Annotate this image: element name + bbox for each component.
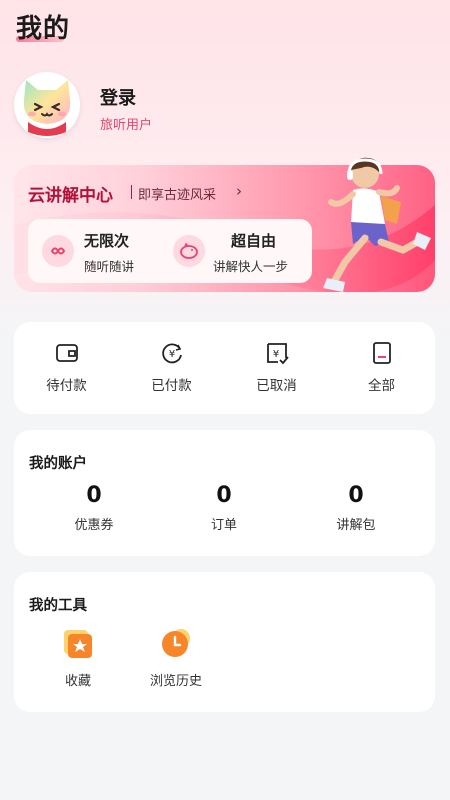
tool-label: 浏览历史 bbox=[149, 674, 202, 689]
infinity-icon bbox=[42, 235, 74, 267]
account-card: 我的账户 0 优惠券 0 订单 0 讲解包 bbox=[14, 430, 435, 556]
orders-card: 待付款 ¥ 已付款 ¥ 已取消 全部 bbox=[14, 322, 435, 414]
chevron-right-icon[interactable]: › bbox=[236, 182, 242, 200]
feature-subtitle: 讲解快人一步 bbox=[213, 259, 289, 274]
page-title: 我的 bbox=[16, 14, 71, 44]
stat-orders[interactable]: 0 订单 bbox=[154, 482, 294, 533]
tools-card: 我的工具 收藏 浏览历史 bbox=[14, 572, 435, 712]
avatar[interactable] bbox=[14, 72, 80, 138]
tool-history[interactable]: 浏览历史 bbox=[126, 626, 226, 689]
yuan-refresh-icon: ¥ bbox=[162, 343, 182, 364]
stat-label: 讲解包 bbox=[336, 518, 376, 533]
stat-value: 0 bbox=[216, 483, 232, 508]
order-label: 待付款 bbox=[46, 378, 87, 394]
yuan-check-icon: ¥ bbox=[267, 343, 289, 365]
runner-illustration bbox=[323, 157, 431, 292]
feature-title: 无限次 bbox=[84, 232, 130, 250]
stat-guide-packs[interactable]: 0 讲解包 bbox=[286, 482, 426, 533]
order-all[interactable]: 全部 bbox=[329, 340, 434, 400]
banner-divider bbox=[131, 185, 132, 199]
tools-title: 我的工具 bbox=[29, 598, 87, 614]
order-label: 已付款 bbox=[151, 378, 192, 394]
order-pending-payment[interactable]: 待付款 bbox=[14, 340, 119, 400]
star-folder-icon bbox=[61, 626, 95, 660]
order-label: 全部 bbox=[368, 378, 395, 394]
banner-subtitle[interactable]: 即享古迹风采 bbox=[138, 184, 216, 203]
order-paid[interactable]: ¥ 已付款 bbox=[119, 340, 224, 400]
piggy-bank-icon bbox=[173, 235, 205, 267]
feature-subtitle: 随听随讲 bbox=[84, 259, 135, 274]
stat-coupons[interactable]: 0 优惠券 bbox=[24, 482, 164, 533]
account-title: 我的账户 bbox=[29, 456, 87, 472]
login-link[interactable]: 登录 bbox=[100, 84, 136, 110]
banner-title: 云讲解中心 bbox=[28, 186, 113, 206]
profile-section[interactable]: 登录 旅听用户 bbox=[14, 72, 314, 140]
wallet-icon bbox=[56, 344, 78, 362]
document-icon bbox=[373, 342, 391, 364]
banner-feature-box: 无限次 随听随讲 超自由 讲解快人一步 bbox=[28, 219, 312, 283]
stat-value: 0 bbox=[86, 483, 102, 508]
clock-history-icon bbox=[159, 626, 193, 660]
stat-label: 优惠券 bbox=[74, 518, 114, 533]
order-cancelled[interactable]: ¥ 已取消 bbox=[224, 340, 329, 400]
order-label: 已取消 bbox=[256, 378, 297, 394]
svg-text:¥: ¥ bbox=[273, 349, 279, 360]
stat-value: 0 bbox=[348, 483, 364, 508]
cat-mascot-icon bbox=[23, 80, 71, 136]
stat-label: 订单 bbox=[210, 518, 237, 533]
svg-text:¥: ¥ bbox=[169, 349, 175, 360]
tool-label: 收藏 bbox=[64, 674, 91, 689]
user-type-label: 旅听用户 bbox=[100, 118, 153, 133]
tool-favorites[interactable]: 收藏 bbox=[28, 626, 128, 689]
feature-title: 超自由 bbox=[231, 232, 277, 250]
